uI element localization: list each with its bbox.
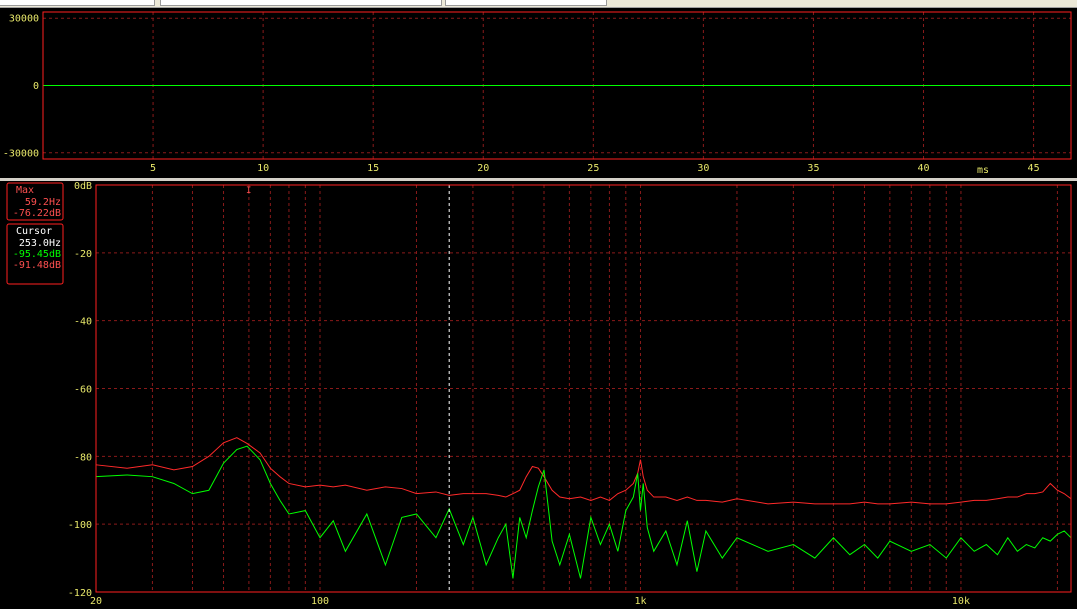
waveform-x-unit: ms [977,165,989,176]
max-title: Max [16,185,34,196]
spectrum-x-tick-label: 10k [952,596,970,607]
waveform-panel: 30000 0 -30000 5 10 15 20 25 30 35 40 45 ms [0,8,1077,178]
spectrum-grid [95,184,1071,593]
spectrum-y-tick-label: -120 [68,588,92,599]
spectrum-y-tick-label: -60 [74,385,92,396]
cursor-title: Cursor [16,226,52,237]
waveform-x-tick-label: 25 [587,163,599,174]
waveform-x-tick-label: 20 [477,163,489,174]
cursor-level-green: -95.45dB [13,249,61,260]
waveform-y-tick-label: 30000 [9,14,39,25]
spectrum-y-tick-label: -100 [68,520,92,531]
spectrum-y-tick-label: 0dB [74,181,92,192]
waveform-chart[interactable]: 30000 0 -30000 5 10 15 20 25 30 35 40 45 ms [0,8,1077,178]
waveform-x-tick-label: 15 [367,163,379,174]
max-level: -76.22dB [13,208,61,219]
spectrum-x-tick-label: 100 [311,596,329,607]
waveform-x-tick-label: 30 [697,163,709,174]
toolbar-segment[interactable] [445,0,607,6]
spectrum-x-axis: 20 100 1k 10k [90,596,970,607]
waveform-x-tick-label: 10 [257,163,269,174]
toolbar-segment[interactable] [160,0,442,6]
max-marker: I [246,186,251,196]
waveform-x-axis: 5 10 15 20 25 30 35 40 45 [150,163,1040,174]
waveform-x-tick-label: 35 [807,163,819,174]
cursor-frequency: 253.0Hz [19,238,61,249]
spectrum-x-tick-label: 1k [634,596,646,607]
spectrum-y-tick-label: -20 [74,249,92,260]
waveform-y-axis: 30000 0 -30000 [3,14,39,160]
cursor-level-red: -91.48dB [13,260,61,271]
waveform-y-tick-label: 0 [33,81,39,92]
spectrum-traces [95,437,1072,579]
waveform-x-tick-label: 40 [917,163,929,174]
spectrum-x-tick-label: 20 [90,596,102,607]
max-readout-box: Max 59.2Hz -76.22dB [6,182,64,221]
spectrum-y-tick-label: -80 [74,452,92,463]
spectrum-chart[interactable]: 0dB -20 -40 -60 -80 -100 -120 20 100 1k 10k I Max… [0,181,1077,609]
spectrum-y-axis: 0dB -20 -40 -60 -80 -100 -120 [68,181,92,599]
spectrum-series-green [95,445,1072,579]
waveform-x-tick-label: 5 [150,163,156,174]
spectrum-panel: 0dB -20 -40 -60 -80 -100 -120 20 100 1k 10k I Max… [0,181,1077,609]
waveform-y-tick-label: -30000 [3,148,39,159]
toolbar-segment[interactable] [0,0,155,6]
cursor-readout-box: Cursor 253.0Hz -95.45dB -91.48dB [6,223,64,285]
waveform-x-tick-label: 45 [1028,163,1040,174]
max-frequency: 59.2Hz [25,197,61,208]
spectrum-y-tick-label: -40 [74,317,92,328]
top-toolbar-strip [0,0,1077,8]
